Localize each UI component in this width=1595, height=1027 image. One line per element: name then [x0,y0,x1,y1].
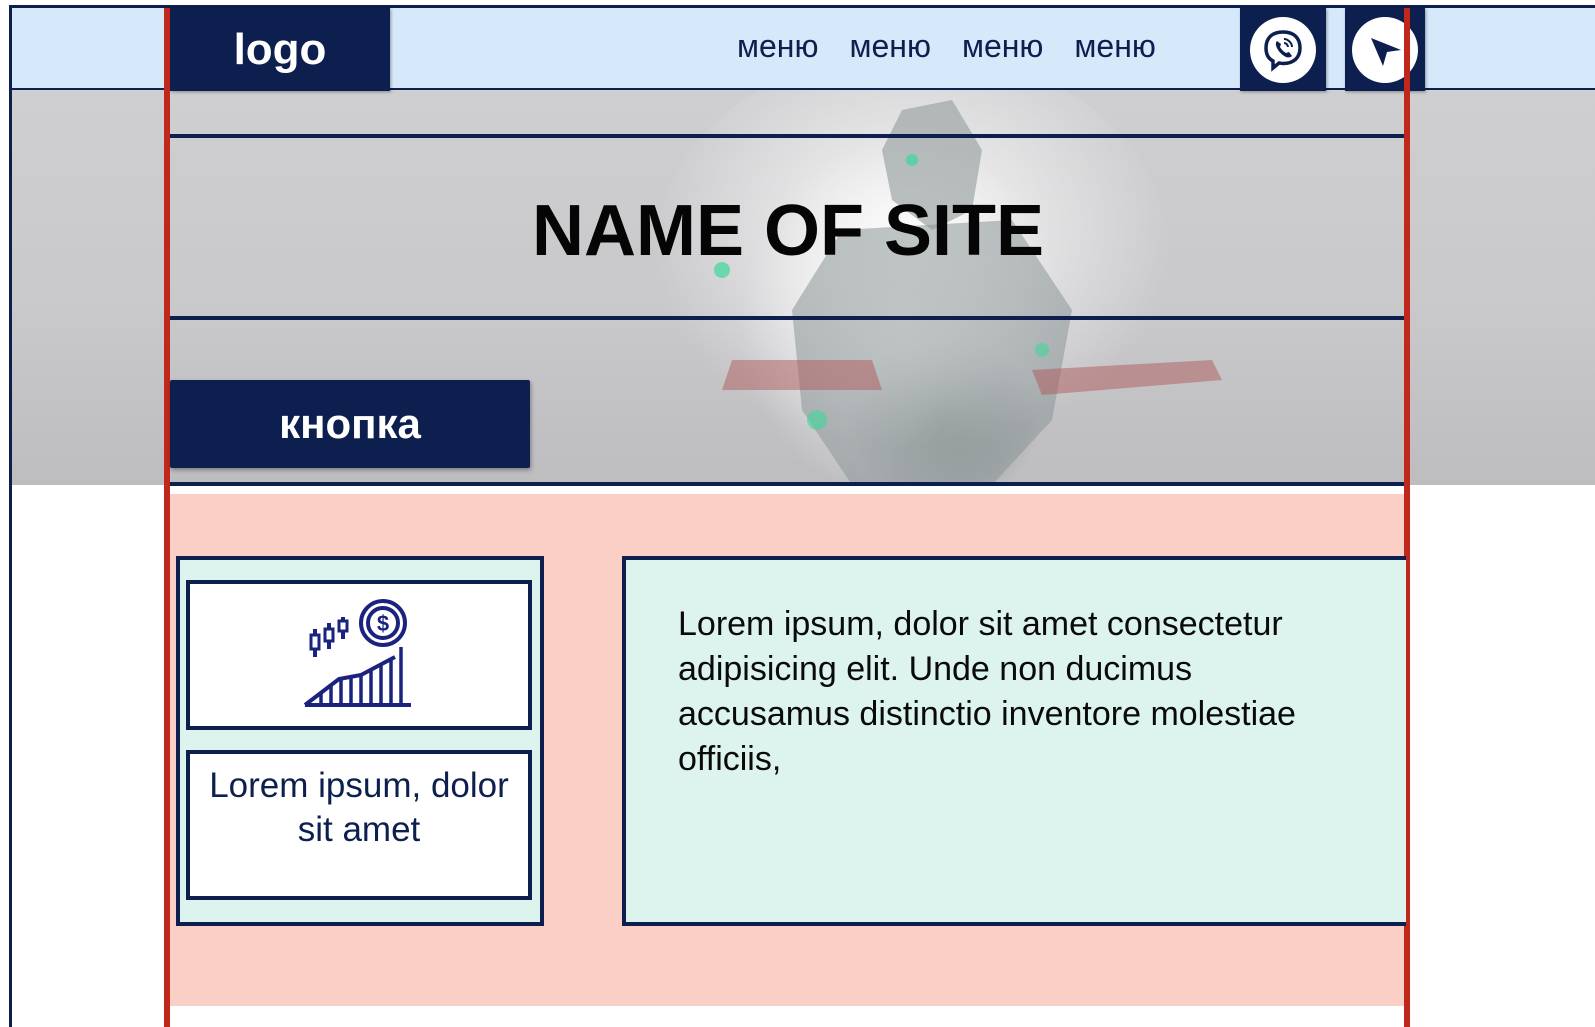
menu-item-4[interactable]: меню [1074,28,1155,65]
hero-button[interactable]: кнопка [170,380,530,468]
feature-description: Lorem ipsum, dolor sit amet consectetur … [622,556,1406,926]
viber-icon [1250,16,1316,83]
svg-text:$: $ [377,611,389,636]
hero-divider-bottom [170,482,1406,486]
feature-caption: Lorem ipsum, dolor sit amet [186,750,532,900]
menu-item-2[interactable]: меню [849,28,930,65]
telegram-button[interactable] [1345,8,1425,91]
logo[interactable]: logo [170,8,390,91]
finance-growth-icon: $ [303,599,411,707]
hero-divider-middle [170,316,1406,320]
viber-button[interactable] [1240,8,1326,91]
guide-line-left [164,8,170,1027]
hero-divider-top [170,134,1406,138]
site-title: NAME OF SITE [531,191,1044,271]
main-menu: меню меню меню меню [737,28,1156,65]
menu-item-1[interactable]: меню [737,28,818,65]
feature-icon-box: $ [186,580,532,730]
menu-item-3[interactable]: меню [962,28,1043,65]
